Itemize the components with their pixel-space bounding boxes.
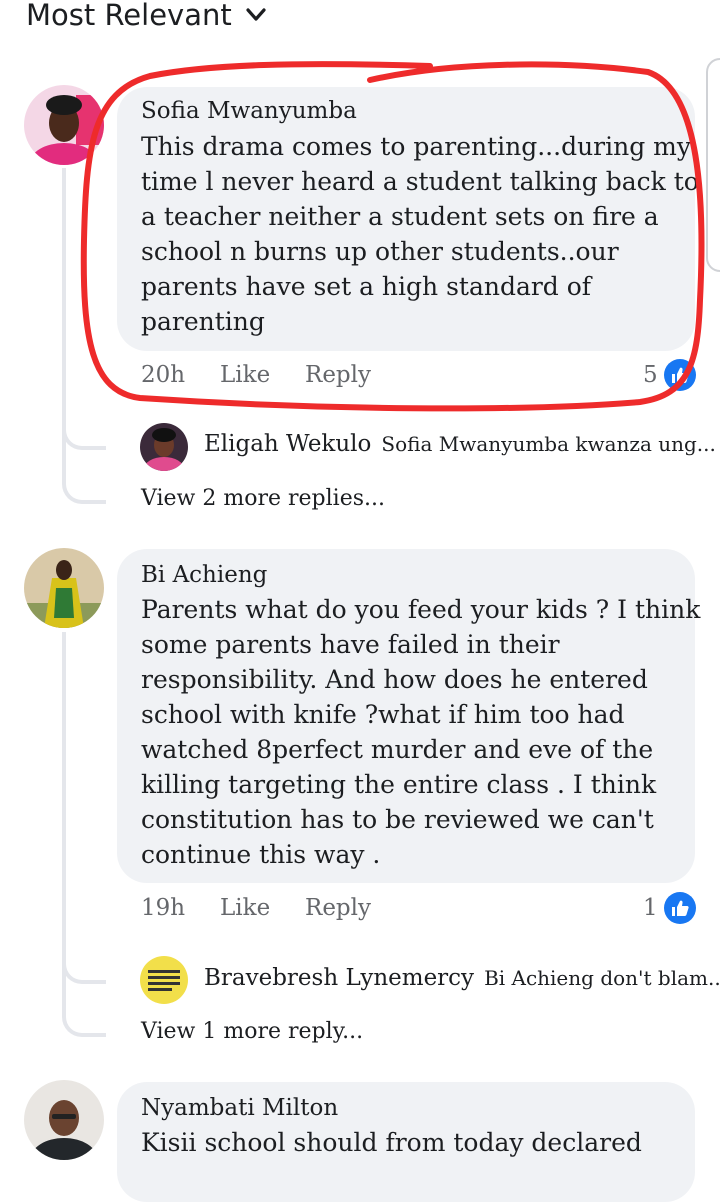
reply-author[interactable]: Bravebresh Lynemercy — [204, 965, 474, 991]
highlight-annotation — [80, 61, 705, 412]
like-button[interactable]: Like — [220, 895, 270, 921]
reply-preview[interactable]: Bravebresh Lynemercy Bi Achieng don't bl… — [204, 965, 720, 991]
avatar[interactable] — [140, 956, 188, 1004]
reply-button[interactable]: Reply — [305, 895, 371, 921]
avatar[interactable] — [24, 1080, 104, 1160]
view-more-replies[interactable]: View 1 more reply... — [141, 1019, 363, 1044]
comment-text: Kisii school should from today declared — [141, 1128, 642, 1157]
thread-branch — [62, 975, 106, 1037]
thumbs-up-icon — [663, 892, 696, 924]
reply-text: Bi Achieng don't blam... — [484, 966, 720, 990]
reply-author[interactable]: Eligah Wekulo — [204, 431, 371, 457]
reaction-count-value: 1 — [643, 895, 658, 921]
view-more-replies[interactable]: View 2 more replies... — [141, 486, 385, 511]
reply-text: Sofia Mwanyumba kwanza ung... — [381, 432, 716, 456]
comment-time[interactable]: 19h — [141, 895, 185, 921]
avatar[interactable] — [24, 548, 104, 628]
comment-text: Parents what do you feed your kids ? I t… — [141, 595, 701, 869]
comment-author[interactable]: Nyambati Milton — [141, 1095, 338, 1121]
reply-preview[interactable]: Eligah Wekulo Sofia Mwanyumba kwanza ung… — [204, 431, 716, 457]
reaction-count[interactable]: 1 — [643, 892, 696, 924]
avatar[interactable] — [140, 423, 188, 471]
thread-branch — [62, 440, 106, 504]
comment-author[interactable]: Bi Achieng — [141, 562, 267, 588]
thread-line — [62, 632, 66, 977]
